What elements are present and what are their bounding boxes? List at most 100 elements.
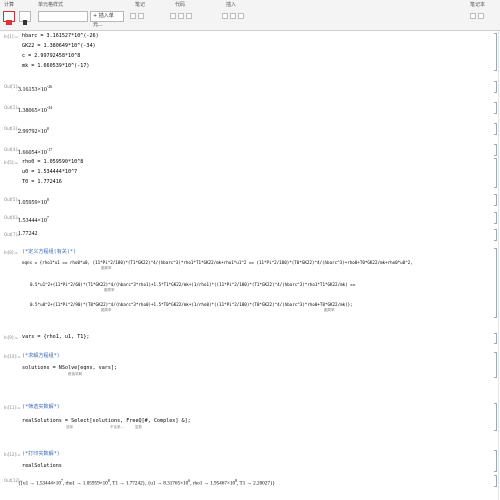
code-comment[interactable]: (*打印实数解*)	[22, 451, 60, 458]
run-icon	[6, 20, 12, 25]
cell-label: In[5]:=	[4, 160, 19, 165]
toolbar-group-notebook: 笔记本	[470, 2, 486, 8]
cell-label: In[9]:=	[4, 335, 19, 340]
toolbar-group-notes: 笔记	[135, 2, 146, 8]
autocomplete-hint: 复数	[135, 425, 142, 429]
mantissa: 1.38065	[18, 108, 38, 114]
notebook-margin-line	[498, 31, 499, 500]
autocomplete-hint: 圆周率	[101, 308, 112, 312]
code-line[interactable]: vars = {rho1, u1, T1};	[22, 334, 89, 341]
notes-toggle-1[interactable]	[130, 13, 136, 19]
code-line[interactable]: eqns = {rho1*u1 == rho0*u0, (11*Pi^2/180…	[22, 259, 413, 266]
code-comment[interactable]: (*定义方程组(有关)*)	[22, 249, 76, 256]
times-sign: ×10	[37, 129, 47, 135]
output-value[interactable]: {{u1 → 1.53444×107, rho1 → 1.05959×108, …	[18, 477, 275, 488]
code-line[interactable]: hbarc = 3.161527*10^(-26)	[22, 33, 99, 40]
times-sign: ×10	[37, 150, 47, 156]
toolbar-group-cell-style: 单元格样式	[38, 2, 64, 8]
code-line[interactable]: 0.5*u0^2+(11*Pi^2/90)*(T0*GK22)^4/(hbarc…	[30, 301, 353, 308]
autocomplete-hint: 不含某...	[110, 425, 124, 429]
cell-bracket[interactable]	[494, 123, 497, 135]
mantissa: 1.53444	[18, 218, 38, 224]
toolbar-group-insert: 插入	[226, 2, 237, 8]
output-value[interactable]: 1.05959×108	[18, 196, 49, 207]
autocomplete-hint: 选择	[66, 425, 73, 429]
cell-bracket[interactable]	[494, 248, 497, 318]
mantissa: 1.05959	[18, 200, 38, 206]
abort-button[interactable]	[19, 11, 31, 25]
insert-toggle-3[interactable]	[238, 13, 244, 19]
cell-bracket[interactable]	[494, 475, 497, 487]
cell-label: In[10]:=	[4, 354, 21, 359]
cell-bracket[interactable]	[494, 450, 497, 472]
cell-label: In[1]:=	[4, 34, 19, 39]
autocomplete-hint: 数值求解	[68, 372, 82, 376]
code-line[interactable]: mk = 1.660539*10^(-17)	[22, 63, 89, 70]
exponent: -34	[46, 105, 53, 110]
notebook-toggle-1[interactable]	[470, 13, 476, 19]
code-comment[interactable]: (*筛选实数解*)	[22, 404, 60, 411]
cell-bracket[interactable]	[494, 194, 497, 206]
code-line[interactable]: solutions = NSolve[eqns, vars];	[22, 365, 117, 372]
cell-bracket[interactable]	[494, 212, 497, 224]
insert-toggle-2[interactable]	[230, 13, 236, 19]
autocomplete-hint: 圆周率	[324, 308, 335, 312]
stop-icon	[23, 20, 27, 25]
code-line[interactable]: c = 2.99792458*10^8	[22, 53, 80, 60]
autocomplete-hint: 圆周率	[104, 288, 115, 292]
output-value[interactable]: 3.16153×10-26	[18, 83, 52, 94]
output-value[interactable]: 2.99792×108	[18, 125, 49, 136]
code-line[interactable]: 0.5*u1^2+(11*Pi^2/60)*(T1*GK22)^4/(hbarc…	[30, 281, 355, 288]
cell-label: In[12]:=	[4, 452, 21, 457]
cell-bracket[interactable]	[494, 102, 497, 114]
result-part: , rho1 → 1.05959×10	[62, 480, 108, 487]
cell-bracket[interactable]	[494, 333, 497, 344]
mantissa: 3.16153	[18, 87, 38, 93]
cell-bracket[interactable]	[494, 352, 497, 378]
times-sign: ×10	[37, 87, 47, 93]
result-part: {{u1 → 1.53444×10	[18, 480, 61, 487]
output-value[interactable]: 1.38065×10-34	[18, 104, 52, 115]
exponent: -17	[46, 147, 53, 152]
insert-toggle-1[interactable]	[222, 13, 228, 19]
output-value[interactable]: 1.53444×107	[18, 214, 49, 225]
cell-bracket[interactable]	[494, 33, 497, 71]
cell-style-dropdown-spacer	[38, 11, 60, 22]
autocomplete-hint: 圆周率	[101, 266, 112, 270]
insert-cell-button[interactable]: + 插入单元...	[90, 11, 124, 28]
cell-bracket[interactable]	[494, 81, 497, 93]
cell-bracket[interactable]	[494, 229, 497, 241]
code-line[interactable]: rho0 = 1.059590*10^8	[22, 159, 83, 166]
notebook-toggle-2[interactable]	[478, 13, 484, 19]
exponent: 8	[46, 197, 49, 202]
exponent: -26	[46, 84, 53, 89]
cell-bracket[interactable]	[494, 158, 497, 188]
code-toggle-3[interactable]	[186, 13, 192, 19]
output-value[interactable]: 1.66054×10-17	[18, 146, 52, 157]
code-line[interactable]: u0 = 1.534444*10^7	[22, 169, 77, 176]
code-line[interactable]: GK22 = 1.380649*10^(-34)	[22, 43, 96, 50]
code-line[interactable]: realSolutions = Select[solutions, FreeQ[…	[22, 418, 191, 425]
times-sign: ×10	[37, 218, 47, 224]
toolbar-group-code: 代码	[175, 2, 186, 8]
code-toggle-1[interactable]	[170, 13, 176, 19]
output-value[interactable]: 1.77242	[18, 231, 38, 238]
cell-bracket[interactable]	[494, 403, 497, 431]
code-line[interactable]: T0 = 1.772416	[22, 179, 62, 186]
cell-label: In[8]:=	[4, 250, 19, 255]
code-line[interactable]: realSolutions	[22, 463, 62, 470]
notebook-body: In[1]:= hbarc = 3.161527*10^(-26) GK22 =…	[0, 31, 500, 500]
result-part: , rho1 → 1.95467×10	[190, 480, 236, 487]
code-toggle-2[interactable]	[178, 13, 184, 19]
result-part: , T1 → 1.77242}, {u1 → 8.31765×10	[109, 480, 189, 487]
evaluate-button[interactable]	[3, 11, 15, 25]
times-sign: ×10	[37, 200, 47, 206]
cell-bracket[interactable]	[494, 144, 497, 156]
cell-label: In[11]:=	[4, 405, 21, 410]
exponent: 7	[46, 215, 49, 220]
result-part: , T1 → 2.20027}}	[237, 480, 275, 487]
notebook-toolbar: 计算 单元格样式 笔记 代码 插入 笔记本 + 插入单元...	[0, 0, 500, 31]
notes-toggle-2[interactable]	[138, 13, 144, 19]
code-comment[interactable]: (*求解方程组*)	[22, 353, 60, 360]
exponent: 8	[46, 126, 49, 131]
